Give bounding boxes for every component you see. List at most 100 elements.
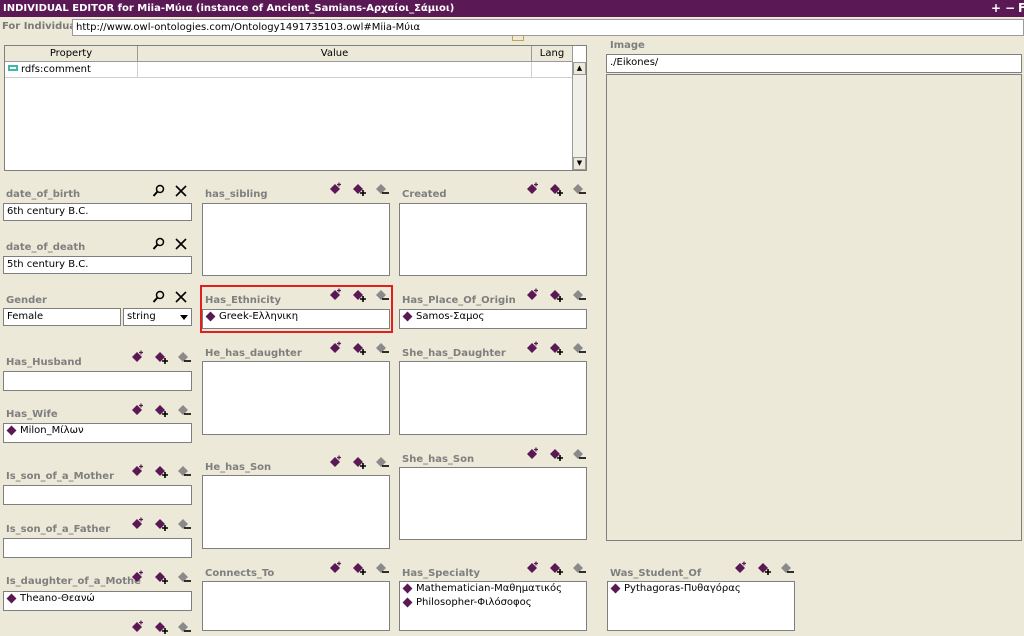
he-has-daughter-list[interactable] xyxy=(202,361,390,435)
maximize-button[interactable]: + xyxy=(991,0,1001,17)
has-husband-field[interactable] xyxy=(3,371,192,391)
extra-button[interactable]: F xyxy=(1018,0,1024,17)
remove-instance-icon[interactable] xyxy=(176,464,192,480)
scroll-up-icon[interactable]: ▲ xyxy=(573,62,586,75)
lang-cell[interactable] xyxy=(532,62,573,77)
has-specialty-list[interactable]: Mathematician-Μαθηματικός Philosopher-Φι… xyxy=(399,581,587,631)
add-instance-icon[interactable] xyxy=(351,182,367,198)
remove-instance-icon[interactable] xyxy=(176,517,192,533)
list-item[interactable]: Samos-Σαμος xyxy=(400,310,586,324)
create-instance-icon[interactable] xyxy=(328,182,344,198)
remove-instance-icon[interactable] xyxy=(374,455,390,471)
add-instance-icon[interactable] xyxy=(153,403,169,419)
remove-instance-icon[interactable] xyxy=(176,350,192,366)
gender-datatype-select[interactable]: string xyxy=(123,308,192,326)
column-header-value[interactable]: Value xyxy=(138,46,532,62)
add-instance-icon[interactable] xyxy=(548,447,564,463)
table-row[interactable]: rdfs:comment xyxy=(5,62,573,78)
remove-instance-icon[interactable] xyxy=(176,620,192,636)
create-instance-icon[interactable] xyxy=(525,341,541,357)
create-instance-icon[interactable] xyxy=(525,447,541,463)
annotations-table: Property Value Lang rdfs:comment ▲ ▼ xyxy=(4,45,587,171)
she-has-son-list[interactable] xyxy=(399,467,587,540)
gender-field[interactable]: Female xyxy=(3,308,121,326)
remove-instance-icon[interactable] xyxy=(374,182,390,198)
search-icon[interactable] xyxy=(152,290,168,306)
is-son-of-a-mother-actions xyxy=(130,464,192,480)
search-icon[interactable] xyxy=(152,237,168,253)
clear-icon[interactable] xyxy=(174,184,190,200)
create-instance-icon[interactable] xyxy=(328,561,344,577)
value-cell[interactable] xyxy=(138,62,532,77)
date-of-death-field[interactable]: 5th century B.C. xyxy=(3,256,192,274)
remove-instance-icon[interactable] xyxy=(176,403,192,419)
was-student-of-list[interactable]: Pythagoras-Πυθαγόρας xyxy=(607,581,795,631)
is-son-of-a-mother-field[interactable] xyxy=(3,485,192,505)
search-icon[interactable] xyxy=(152,184,168,200)
clear-icon[interactable] xyxy=(174,237,190,253)
create-instance-icon[interactable] xyxy=(328,455,344,471)
create-instance-icon[interactable] xyxy=(130,570,146,586)
list-item[interactable]: Pythagoras-Πυθαγόρας xyxy=(608,582,794,596)
remove-instance-icon[interactable] xyxy=(571,341,587,357)
remove-instance-icon[interactable] xyxy=(571,288,587,304)
create-instance-icon[interactable] xyxy=(130,464,146,480)
remove-instance-icon[interactable] xyxy=(374,561,390,577)
remove-instance-icon[interactable] xyxy=(374,341,390,357)
he-has-daughter-label: He_has_daughter xyxy=(205,348,302,359)
scroll-down-icon[interactable]: ▼ xyxy=(573,157,586,170)
remove-instance-icon[interactable] xyxy=(176,570,192,586)
add-instance-icon[interactable] xyxy=(153,464,169,480)
she-has-daughter-list[interactable] xyxy=(399,361,587,435)
create-instance-icon[interactable] xyxy=(130,403,146,419)
connects-to-list[interactable] xyxy=(202,581,390,631)
add-instance-icon[interactable] xyxy=(548,341,564,357)
add-instance-icon[interactable] xyxy=(548,182,564,198)
add-instance-icon[interactable] xyxy=(756,561,772,577)
add-instance-icon[interactable] xyxy=(548,288,564,304)
add-instance-icon[interactable] xyxy=(153,570,169,586)
list-item[interactable]: Philosopher-Φιλόσοφος xyxy=(400,596,586,610)
image-path-field[interactable]: ./Eikones/ xyxy=(606,54,1022,73)
has-sibling-list[interactable] xyxy=(202,203,390,276)
date-of-birth-field[interactable]: 6th century B.C. xyxy=(3,203,192,221)
individual-uri-field[interactable]: http://www.owl-ontologies.com/Ontology14… xyxy=(72,19,1024,36)
add-instance-icon[interactable] xyxy=(351,561,367,577)
remove-instance-icon[interactable] xyxy=(571,561,587,577)
add-instance-icon[interactable] xyxy=(153,350,169,366)
created-list[interactable] xyxy=(399,203,587,276)
create-instance-icon[interactable] xyxy=(328,341,344,357)
minimize-button[interactable]: − xyxy=(1005,0,1015,17)
list-item[interactable]: Theano-Θεανώ xyxy=(4,592,191,606)
add-instance-icon[interactable] xyxy=(351,341,367,357)
clear-icon[interactable] xyxy=(174,290,190,306)
remove-instance-icon[interactable] xyxy=(571,447,587,463)
remove-instance-icon[interactable] xyxy=(779,561,795,577)
add-instance-icon[interactable] xyxy=(153,620,169,636)
add-instance-icon[interactable] xyxy=(153,517,169,533)
property-cell[interactable]: rdfs:comment xyxy=(5,62,138,77)
create-instance-icon[interactable] xyxy=(130,517,146,533)
column-header-property[interactable]: Property xyxy=(5,46,138,62)
has-wife-list[interactable]: Milon_Μίλων xyxy=(3,423,192,443)
create-instance-icon[interactable] xyxy=(525,561,541,577)
create-instance-icon[interactable] xyxy=(525,288,541,304)
she-has-daughter-actions xyxy=(525,341,587,357)
create-instance-icon[interactable] xyxy=(130,350,146,366)
he-has-son-list[interactable] xyxy=(202,475,390,549)
is-daughter-of-a-mother-list[interactable]: Theano-Θεανώ xyxy=(3,591,192,611)
add-instance-icon[interactable] xyxy=(548,561,564,577)
column-header-lang[interactable]: Lang xyxy=(532,46,573,62)
list-item[interactable]: Mathematician-Μαθηματικός xyxy=(400,582,586,596)
is-son-of-a-father-field[interactable] xyxy=(3,538,192,558)
connects-to-label: Connects_To xyxy=(205,568,275,579)
list-item[interactable]: Milon_Μίλων xyxy=(4,424,191,438)
add-instance-icon[interactable] xyxy=(351,455,367,471)
create-instance-icon[interactable] xyxy=(733,561,749,577)
table-scrollbar[interactable]: ▲ ▼ xyxy=(572,62,586,170)
create-instance-icon[interactable] xyxy=(130,620,146,636)
create-instance-icon[interactable] xyxy=(525,182,541,198)
remove-instance-icon[interactable] xyxy=(571,182,587,198)
has-place-of-origin-list[interactable]: Samos-Σαμος xyxy=(399,309,587,329)
individual-icon xyxy=(6,425,17,436)
